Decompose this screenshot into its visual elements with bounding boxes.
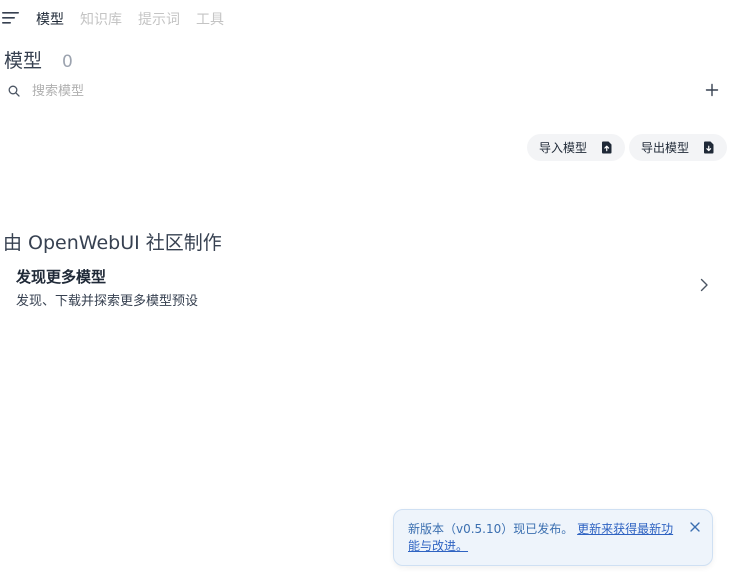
- import-models-button[interactable]: 导入模型: [527, 134, 625, 161]
- hamburger-menu-icon[interactable]: [2, 10, 20, 26]
- update-message: 新版本（v0.5.10）现已发布。: [408, 522, 574, 536]
- page-heading: 模型 0: [4, 46, 73, 73]
- discover-models-link[interactable]: 发现更多模型 发现、下载并探索更多模型预设: [0, 262, 730, 314]
- search-icon: [8, 85, 20, 97]
- model-count: 0: [62, 52, 73, 72]
- file-upload-icon: [602, 141, 612, 154]
- import-models-label: 导入模型: [539, 141, 588, 155]
- plus-icon[interactable]: [704, 82, 720, 98]
- top-navigation: 模型 知识库 提示词 工具: [0, 0, 739, 36]
- tab-knowledge[interactable]: 知识库: [80, 9, 122, 29]
- discover-description: 发现、下载并探索更多模型预设: [16, 294, 199, 309]
- file-download-icon: [704, 141, 714, 154]
- close-icon[interactable]: [690, 522, 700, 532]
- community-section-title: 由 OpenWebUI 社区制作: [3, 232, 222, 254]
- export-models-label: 导出模型: [641, 141, 690, 155]
- page-title: 模型: [4, 50, 43, 72]
- search-bar: [0, 80, 739, 102]
- search-input[interactable]: [32, 81, 532, 101]
- discover-title: 发现更多模型: [16, 268, 107, 286]
- workspace-tabs: 模型 知识库 提示词 工具: [36, 9, 224, 29]
- update-notification: 新版本（v0.5.10）现已发布。 更新来获得最新功能与改进。: [393, 509, 713, 566]
- export-models-button[interactable]: 导出模型: [629, 134, 727, 161]
- tab-tools[interactable]: 工具: [196, 9, 224, 29]
- chevron-right-icon: [700, 278, 708, 292]
- tab-models[interactable]: 模型: [36, 9, 64, 29]
- tab-prompts[interactable]: 提示词: [138, 9, 180, 29]
